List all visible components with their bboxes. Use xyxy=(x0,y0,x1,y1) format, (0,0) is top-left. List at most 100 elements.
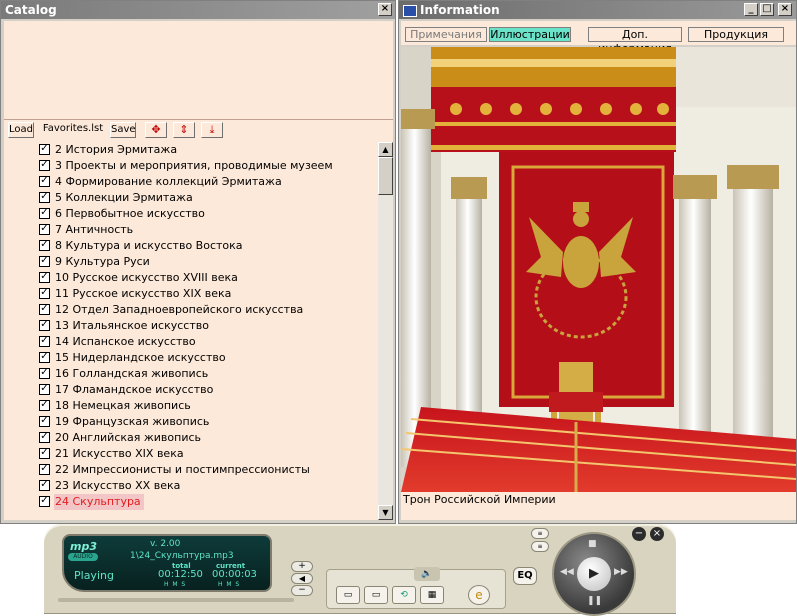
information-titlebar[interactable]: Information _ □ × xyxy=(399,1,796,19)
item-label: 15 Нидерландское искусство xyxy=(55,351,226,364)
item-checkbox[interactable]: ✓ xyxy=(39,240,50,251)
skin-button-2[interactable]: ≡ xyxy=(531,541,549,552)
playlist-button[interactable]: ▭ xyxy=(336,586,360,604)
skin-icon: ≡ xyxy=(537,543,543,550)
scroll-up-button[interactable]: ▲ xyxy=(378,142,393,157)
scroll-down-button[interactable]: ▼ xyxy=(378,505,393,520)
item-checkbox[interactable]: ✓ xyxy=(39,176,50,187)
up-arrow-icon: ▲ xyxy=(382,145,389,154)
pause-button[interactable]: ❚❚ xyxy=(587,596,602,606)
tab-extra-info[interactable]: Доп. информация xyxy=(588,27,682,55)
item-checkbox[interactable]: ✓ xyxy=(39,192,50,203)
tab-products[interactable]: Продукция xyxy=(688,27,784,42)
play-button[interactable]: ▶ xyxy=(577,557,611,591)
seek-bar[interactable] xyxy=(58,598,294,602)
item-checkbox[interactable]: ✓ xyxy=(39,336,50,347)
item-label: 2 История Эрмитажа xyxy=(55,143,178,156)
transport-dial[interactable]: ▶ ■ ◀◀ ▶▶ ❚❚ xyxy=(552,532,636,616)
item-checkbox[interactable]: ✓ xyxy=(39,496,50,507)
item-label: 5 Коллекции Эрмитажа xyxy=(55,191,193,204)
catalog-list: ✓ 2 История Эрмитажа ✓ 3 Проекты и мероприя… xyxy=(4,142,378,520)
move-all-icon: ✥ xyxy=(151,123,161,136)
equalizer-button[interactable]: EQ xyxy=(513,567,537,585)
close-icon: × xyxy=(380,3,390,14)
volume-down-button[interactable]: − xyxy=(291,585,313,596)
close-button[interactable]: × xyxy=(778,3,792,16)
item-checkbox[interactable]: ✓ xyxy=(39,448,50,459)
catalog-toolbar: Load Favorites.lst Save ✥ ⇕ ⤓ xyxy=(4,119,393,143)
tab-notes[interactable]: Примечания xyxy=(405,27,487,42)
item-checkbox[interactable]: ✓ xyxy=(39,480,50,491)
close-icon: × xyxy=(780,3,790,14)
folder-icon: ▭ xyxy=(371,590,381,600)
item-checkbox[interactable]: ✓ xyxy=(39,272,50,283)
mp3-player: mp3 AUDIO v. 2.00 1\24_Скульптура.mp3 Pl… xyxy=(44,524,676,616)
item-checkbox[interactable]: ✓ xyxy=(39,416,50,427)
save-button[interactable]: Save xyxy=(110,122,136,138)
next-icon: ▶▶ xyxy=(614,567,628,577)
item-checkbox[interactable]: ✓ xyxy=(39,144,50,155)
close-button[interactable]: × xyxy=(378,3,392,16)
skin-button-1[interactable]: ≡ xyxy=(531,528,549,539)
maximize-button[interactable]: □ xyxy=(760,3,774,16)
item-label: 21 Искусство XIX века xyxy=(55,447,184,460)
previous-button[interactable]: ◀◀ xyxy=(560,567,574,577)
audio-badge: AUDIO xyxy=(68,553,98,561)
internet-button[interactable]: e xyxy=(468,585,490,605)
mute-button[interactable]: ◀ xyxy=(291,573,313,584)
catalog-title: Catalog xyxy=(5,3,57,17)
item-checkbox[interactable]: ✓ xyxy=(39,352,50,363)
open-file-button[interactable]: ▭ xyxy=(364,586,388,604)
item-checkbox[interactable]: ✓ xyxy=(39,464,50,475)
item-label: 3 Проекты и мероприятия, проводимые музе… xyxy=(55,159,333,172)
player-display: mp3 AUDIO v. 2.00 1\24_Скульптура.mp3 Pl… xyxy=(62,534,272,592)
item-checkbox[interactable]: ✓ xyxy=(39,224,50,235)
maximize-icon: □ xyxy=(762,3,772,14)
minus-icon: − xyxy=(298,585,306,595)
move-all-button[interactable]: ✥ xyxy=(145,122,167,138)
item-checkbox[interactable]: ✓ xyxy=(39,432,50,443)
minimize-button[interactable]: _ xyxy=(744,3,758,16)
catalog-scrollbar[interactable]: ▲ ▼ xyxy=(378,142,393,520)
item-checkbox[interactable]: ✓ xyxy=(39,320,50,331)
item-checkbox[interactable]: ✓ xyxy=(39,256,50,267)
information-title: Information xyxy=(420,3,500,17)
move-up-down-button[interactable]: ⇕ xyxy=(173,122,195,138)
skin-icon: ≡ xyxy=(537,530,543,537)
item-checkbox[interactable]: ✓ xyxy=(39,160,50,171)
previous-icon: ◀◀ xyxy=(560,567,574,577)
current-time: 00:00:03 xyxy=(212,569,257,580)
window-app-icon xyxy=(403,4,417,17)
speaker-toggle[interactable]: 🔈 xyxy=(414,567,440,581)
item-checkbox[interactable]: ✓ xyxy=(39,368,50,379)
minimize-icon: − xyxy=(634,528,644,539)
stop-icon: ■ xyxy=(588,539,597,549)
illustration-caption: Трон Российской Империи xyxy=(401,492,796,520)
stop-button[interactable]: ■ xyxy=(588,539,597,549)
speaker-icon: ◀ xyxy=(298,574,306,583)
shuffle-button[interactable]: ▦ xyxy=(420,586,444,604)
item-checkbox[interactable]: ✓ xyxy=(39,384,50,395)
repeat-button[interactable]: ⟲ xyxy=(392,586,416,604)
item-label: 11 Русское искусство XIX века xyxy=(55,287,232,300)
next-button[interactable]: ▶▶ xyxy=(614,567,628,577)
load-button[interactable]: Load xyxy=(8,122,34,138)
item-checkbox[interactable]: ✓ xyxy=(39,304,50,315)
minimize-button[interactable]: − xyxy=(632,527,646,541)
catalog-titlebar[interactable]: Catalog × xyxy=(1,1,395,19)
volume-up-button[interactable]: + xyxy=(291,561,313,572)
item-label: 12 Отдел Западноевропейского искусства xyxy=(55,303,304,316)
item-checkbox[interactable]: ✓ xyxy=(39,400,50,411)
tab-illustrations[interactable]: Иллюстрации xyxy=(489,27,571,42)
item-checkbox[interactable]: ✓ xyxy=(39,288,50,299)
browser-icon: e xyxy=(475,588,483,602)
item-checkbox[interactable]: ✓ xyxy=(39,208,50,219)
collapse-button[interactable]: ⤓ xyxy=(201,122,223,138)
collapse-arrows-icon: ⤓ xyxy=(209,123,215,136)
close-icon: × xyxy=(652,528,662,539)
close-button[interactable]: × xyxy=(650,527,664,541)
item-label: 7 Античность xyxy=(55,223,134,236)
plus-icon: + xyxy=(298,561,306,571)
play-icon: ▶ xyxy=(589,566,599,581)
scroll-thumb[interactable] xyxy=(378,157,393,195)
